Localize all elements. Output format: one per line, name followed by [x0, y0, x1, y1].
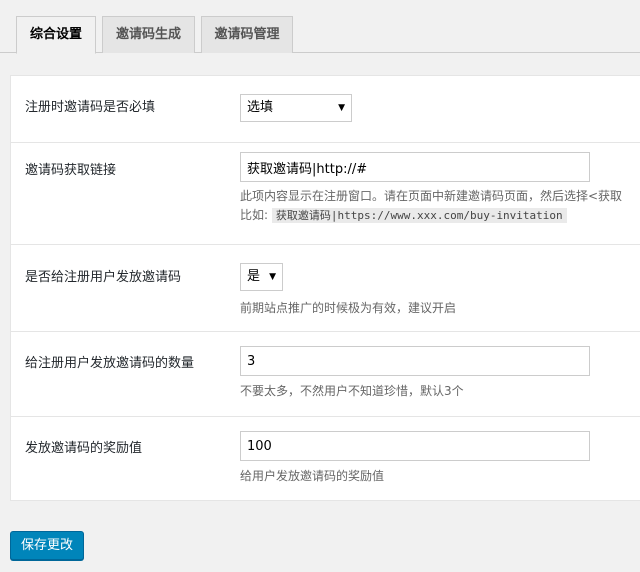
- setting-row-required: 注册时邀请码是否必填 选填 ▼: [11, 76, 640, 143]
- grant-select[interactable]: 是 ▼: [240, 263, 283, 291]
- reward-input[interactable]: [240, 431, 590, 461]
- reward-description: 给用户发放邀请码的奖励值: [240, 469, 385, 483]
- link-description: 此项内容显示在注册窗口。请在页面中新建邀请码页面，然后选择<获取 比如: 获取邀…: [240, 187, 622, 225]
- link-desc-line1: 此项内容显示在注册窗口。请在页面中新建邀请码页面，然后选择<获取: [240, 189, 623, 203]
- setting-row-link: 邀请码获取链接 此项内容显示在注册窗口。请在页面中新建邀请码页面，然后选择<获取…: [11, 143, 640, 245]
- required-select-value: 选填: [247, 100, 274, 115]
- link-input[interactable]: [240, 152, 590, 182]
- settings-tabs: 综合设置 邀请码生成 邀请码管理: [0, 0, 640, 54]
- setting-row-count: 给注册用户发放邀请码的数量 不要太多，不然用户不知道珍惜，默认3个: [11, 332, 640, 417]
- tab-manage-codes[interactable]: 邀请码管理: [201, 16, 293, 53]
- count-description: 不要太多，不然用户不知道珍惜，默认3个: [240, 384, 464, 398]
- link-desc-prefix: 比如:: [240, 208, 269, 222]
- grant-select-value: 是: [247, 269, 261, 284]
- link-desc-code: 获取邀请码|https://www.xxx.com/buy-invitation: [271, 208, 567, 223]
- required-select[interactable]: 选填 ▼: [240, 94, 352, 122]
- reward-label: 发放邀请码的奖励值: [25, 441, 143, 456]
- setting-row-grant: 是否给注册用户发放邀请码 是 ▼ 前期站点推广的时候极为有效，建议开启: [11, 245, 640, 332]
- tab-general-settings[interactable]: 综合设置: [16, 16, 96, 54]
- grant-label: 是否给注册用户发放邀请码: [25, 270, 182, 285]
- chevron-down-icon: ▼: [269, 272, 276, 282]
- setting-row-reward: 发放邀请码的奖励值 给用户发放邀请码的奖励值: [11, 417, 640, 502]
- link-label: 邀请码获取链接: [25, 163, 117, 178]
- tab-generate-codes[interactable]: 邀请码生成: [102, 16, 195, 53]
- chevron-down-icon: ▼: [338, 103, 345, 113]
- count-input[interactable]: [240, 346, 590, 376]
- grant-description: 前期站点推广的时候极为有效，建议开启: [240, 301, 457, 315]
- save-changes-button[interactable]: 保存更改: [10, 531, 84, 560]
- required-label: 注册时邀请码是否必填: [25, 100, 156, 115]
- settings-panel: 注册时邀请码是否必填 选填 ▼ 邀请码获取链接 此项内容显示在注册窗口。请在页面…: [10, 75, 640, 501]
- count-label: 给注册用户发放邀请码的数量: [25, 356, 195, 371]
